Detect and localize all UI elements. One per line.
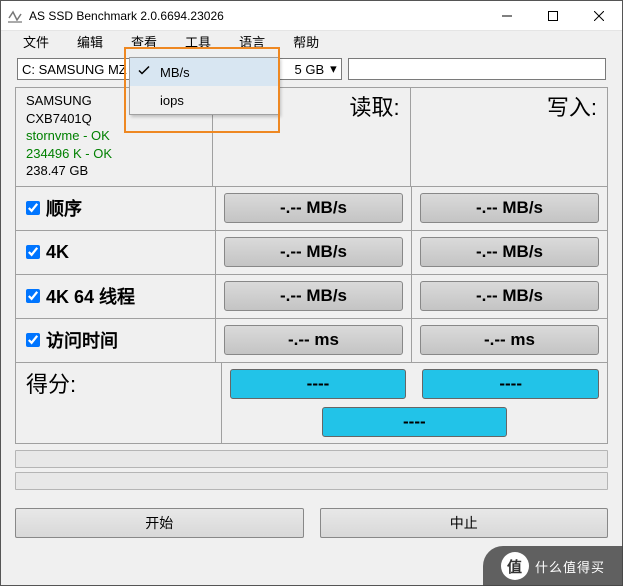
seq-label: 顺序 [46, 195, 82, 221]
score-read[interactable]: ---- [230, 369, 407, 399]
titlebar: AS SSD Benchmark 2.0.6694.23026 [1, 1, 622, 31]
fk-read-result[interactable]: -.-- MB/s [224, 237, 403, 267]
fk64-read-result[interactable]: -.-- MB/s [224, 281, 403, 311]
acc-write-result[interactable]: -.-- ms [420, 325, 599, 355]
test-seq: 顺序 [16, 187, 216, 230]
score-total[interactable]: ---- [322, 407, 507, 437]
fk64-checkbox[interactable] [26, 289, 40, 303]
watermark-icon: 值 [501, 552, 529, 580]
write-header: 写入: [411, 88, 607, 186]
fk-write-result[interactable]: -.-- MB/s [420, 237, 599, 267]
menu-file[interactable]: 文件 [17, 32, 55, 54]
device-capacity: 238.47 GB [26, 162, 202, 180]
dropdown-label: MB/s [160, 65, 190, 80]
start-button[interactable]: 开始 [15, 508, 304, 538]
dropdown-label: iops [160, 93, 184, 108]
menu-edit[interactable]: 编辑 [71, 32, 109, 54]
seq-write-result[interactable]: -.-- MB/s [420, 193, 599, 223]
menu-tools[interactable]: 工具 [179, 32, 217, 54]
fk-checkbox[interactable] [26, 245, 40, 259]
fk64-write-result[interactable]: -.-- MB/s [420, 281, 599, 311]
dropdown-item-iops[interactable]: iops [130, 86, 278, 114]
progress-area [15, 450, 608, 494]
chevron-down-icon: ▾ [330, 61, 337, 77]
device-driver: stornvme - OK [26, 127, 202, 145]
main-panel: SAMSUNG CXB7401Q stornvme - OK 234496 K … [15, 87, 608, 444]
fk64-label: 4K 64 线程 [46, 283, 135, 309]
app-icon [7, 8, 23, 24]
seq-read-result[interactable]: -.-- MB/s [224, 193, 403, 223]
progress-bar-2 [15, 472, 608, 490]
abort-button[interactable]: 中止 [320, 508, 609, 538]
drive-value: C: SAMSUNG MZ [22, 62, 127, 77]
seq-checkbox[interactable] [26, 201, 40, 215]
progress-bar-1 [15, 450, 608, 468]
maximize-button[interactable] [530, 1, 576, 30]
window-title: AS SSD Benchmark 2.0.6694.23026 [29, 9, 484, 23]
acc-label: 访问时间 [46, 327, 118, 353]
acc-read-result[interactable]: -.-- ms [224, 325, 403, 355]
dropdown-item-mbs[interactable]: MB/s [130, 58, 278, 86]
fk-label: 4K [46, 242, 69, 263]
check-icon [138, 65, 150, 80]
menubar: 文件 编辑 查看 工具 语言 帮助 MB/s iops [1, 31, 622, 55]
screenshot-path-input[interactable] [348, 58, 606, 80]
menu-view[interactable]: 查看 [125, 32, 163, 54]
score-write[interactable]: ---- [422, 369, 599, 399]
device-align: 234496 K - OK [26, 145, 202, 163]
close-button[interactable] [576, 1, 622, 30]
test-4k: 4K [16, 231, 216, 274]
test-access: 访问时间 [16, 319, 216, 362]
test-4k64: 4K 64 线程 [16, 275, 216, 318]
watermark: 值 什么值得买 [483, 546, 623, 586]
size-value: 5 GB [295, 62, 325, 77]
menu-help[interactable]: 帮助 [287, 32, 325, 54]
toolbar: C: SAMSUNG MZ ▾ 5 GB ▾ [1, 55, 622, 83]
menu-language[interactable]: 语言 [233, 32, 271, 54]
watermark-text: 什么值得买 [535, 557, 605, 576]
minimize-button[interactable] [484, 1, 530, 30]
acc-checkbox[interactable] [26, 333, 40, 347]
score-label: 得分: [16, 363, 222, 443]
view-dropdown: MB/s iops [129, 57, 279, 115]
